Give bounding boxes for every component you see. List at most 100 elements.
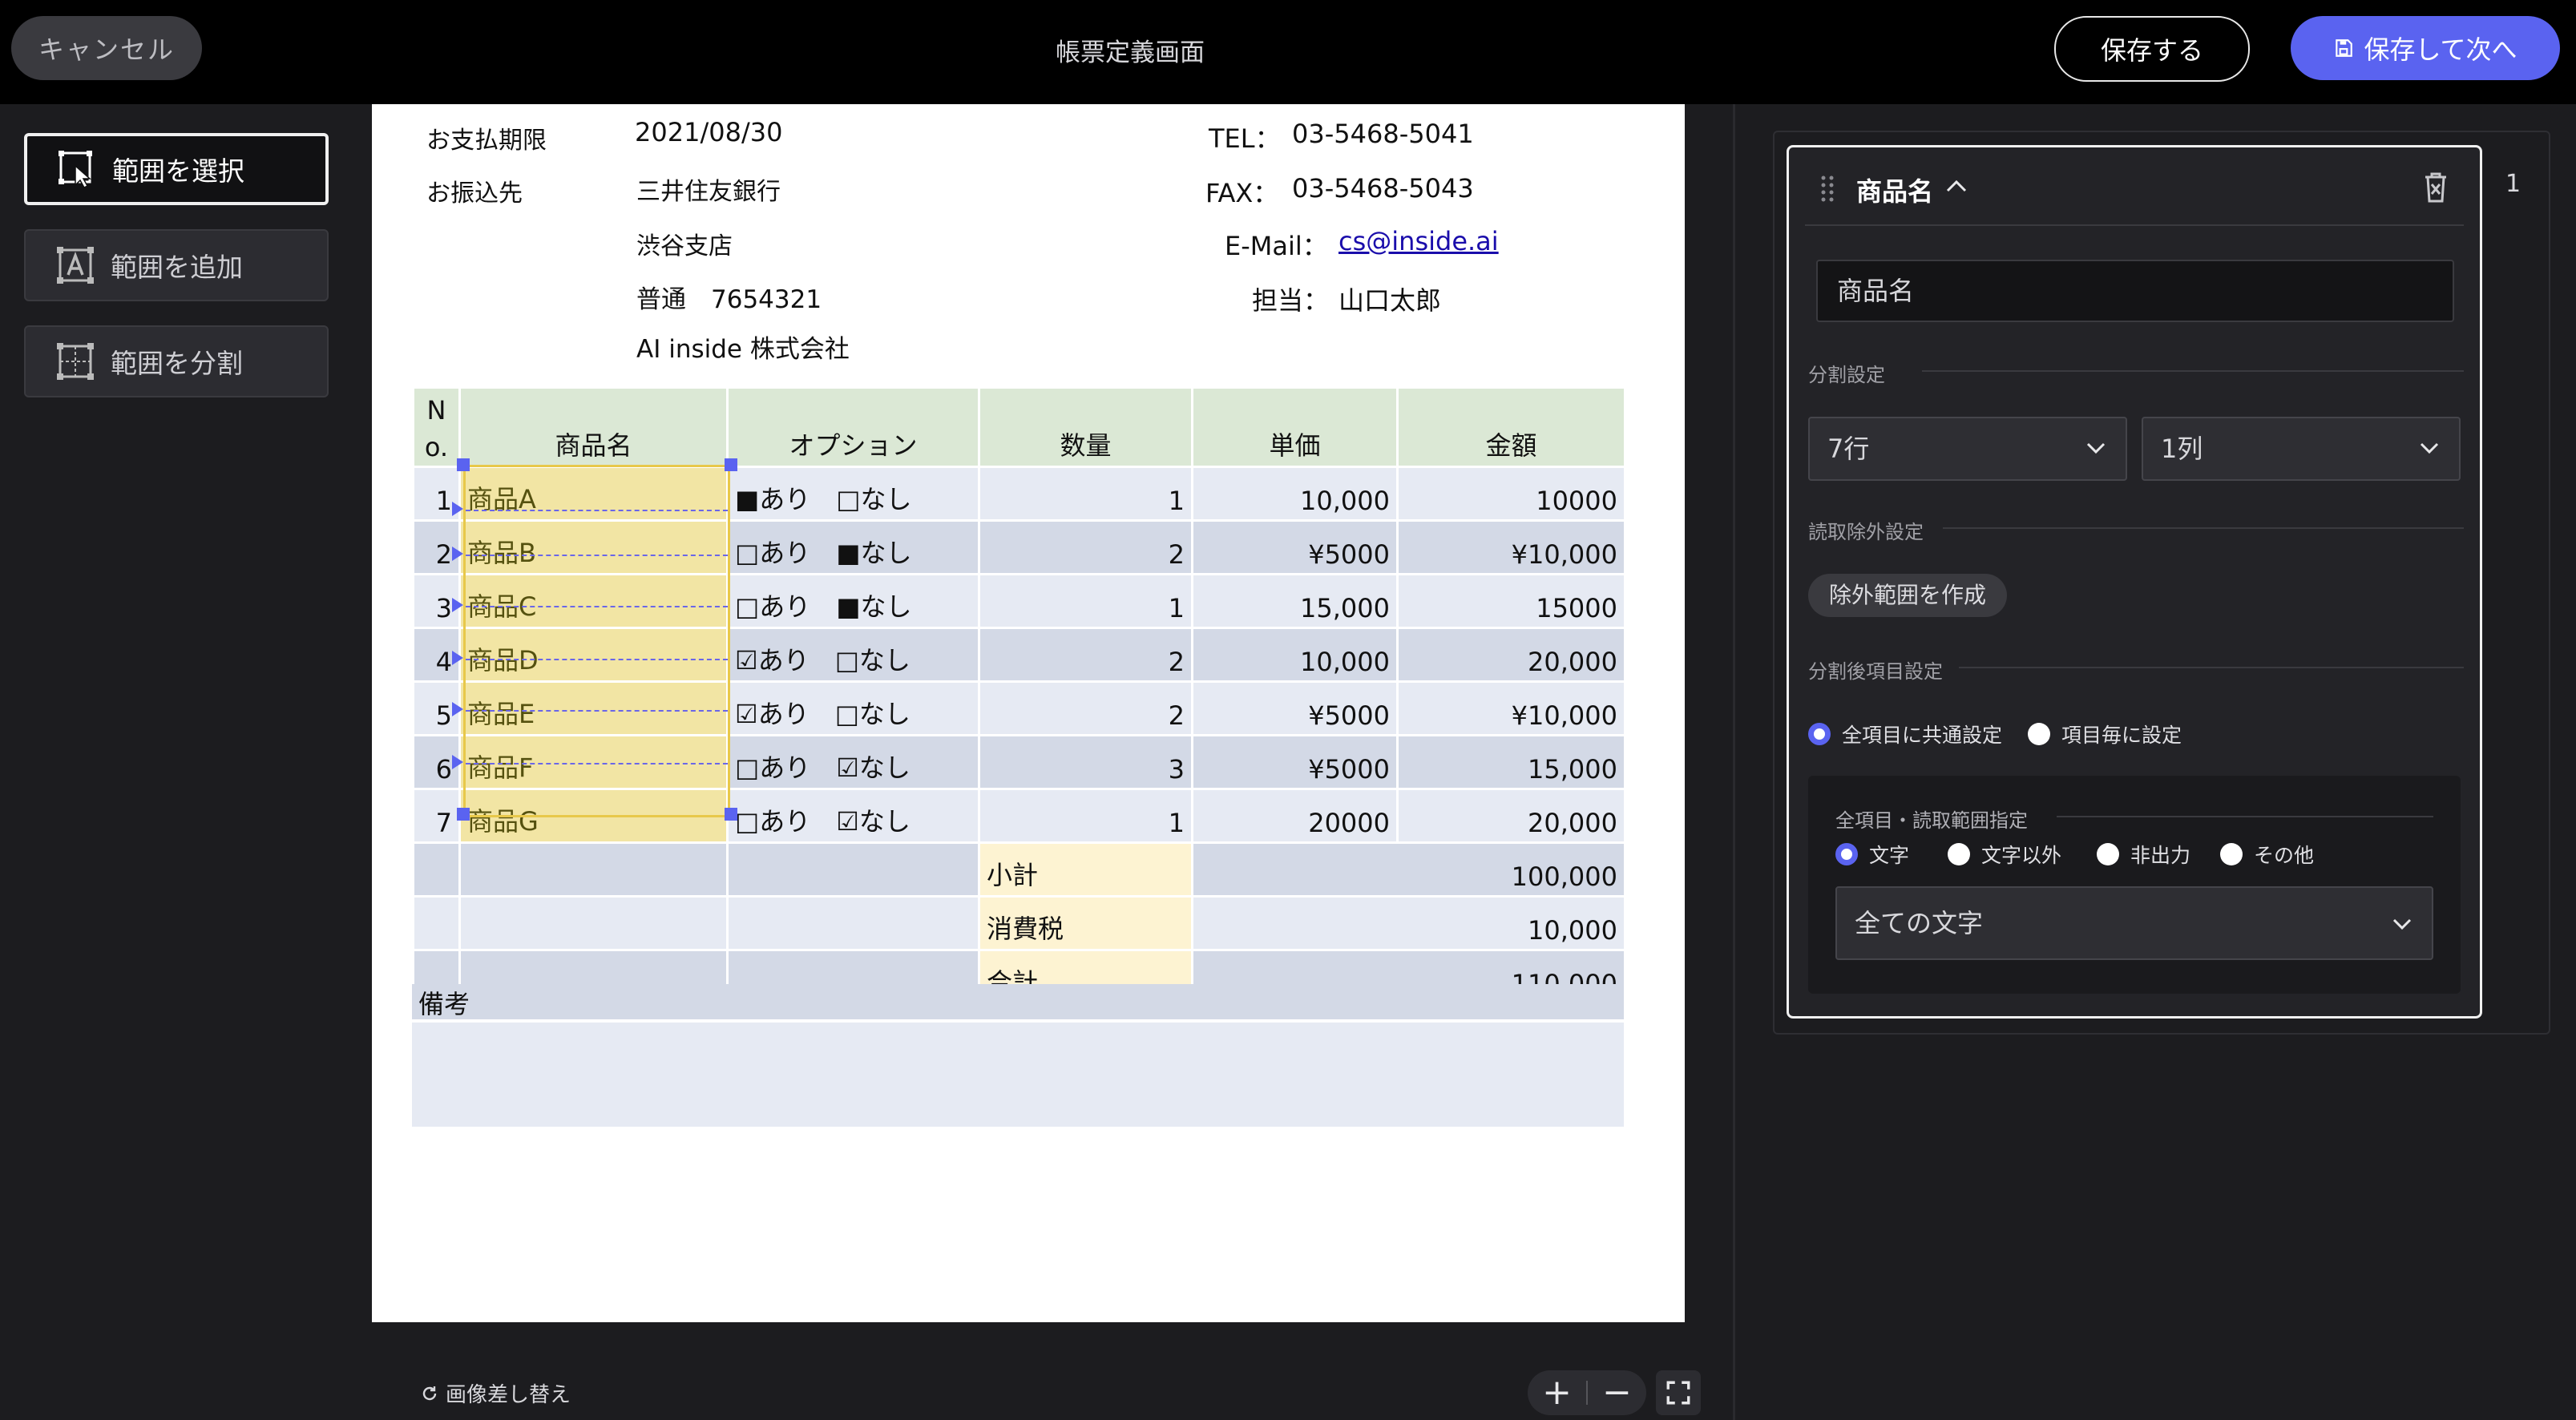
delete-icon[interactable] (2422, 171, 2449, 204)
zoom-out-button[interactable]: − (1588, 1370, 1646, 1415)
qty-cell: 2 (978, 680, 1193, 736)
refresh-icon (422, 1386, 437, 1400)
split-line[interactable] (466, 555, 728, 556)
columns-select-value: 1列 (2161, 434, 2203, 464)
table-header-row: N o. 商品名 オプション 数量 単価 金額 (412, 386, 1626, 468)
radio-common-settings[interactable]: 全項目に共通設定 (1808, 720, 2002, 748)
unit-price-cell: ¥5000 (1191, 519, 1399, 575)
subtotal-value: 100,000 (1191, 841, 1626, 898)
chevron-down-icon (2420, 442, 2439, 454)
split-marker[interactable] (452, 502, 463, 516)
radio-characters[interactable]: 文字 (1835, 840, 1909, 869)
split-line[interactable] (466, 606, 728, 607)
fullscreen-icon (1666, 1381, 1690, 1405)
resize-handle[interactable] (457, 808, 470, 821)
option-cell: □あり ■なし (726, 573, 980, 629)
split-range-tool[interactable]: 範囲を分割 (24, 325, 329, 397)
amount-cell: ¥10,000 (1396, 519, 1626, 575)
split-line[interactable] (466, 763, 728, 764)
fax-value: 03-5468-5043 (1292, 173, 1474, 204)
create-exclude-range-button[interactable]: 除外範囲を作成 (1808, 574, 2008, 617)
split-marker[interactable] (452, 598, 463, 612)
select-range-label: 範囲を選択 (112, 155, 244, 187)
read-range-settings: 全項目・読取範囲指定 文字 文字以外 非出力 その他 全ての文字 (1808, 776, 2461, 994)
chevron-down-icon (2392, 918, 2412, 930)
item-name-input[interactable]: 商品名 (1816, 260, 2454, 322)
tax-value: 10,000 (1191, 895, 1626, 951)
add-range-tool[interactable]: 範囲を追加 (24, 229, 329, 301)
branch-name: 渋谷支店 (636, 232, 733, 260)
contact-label: 担当： (1252, 285, 1330, 316)
radio-no-output-label: 非出力 (2130, 844, 2191, 867)
remarks-label: 備考 (412, 984, 1624, 1019)
table-row: 4 商品D ☑あり □なし 2 10,000 20,000 (412, 627, 1626, 683)
product-cell: 商品F (458, 734, 729, 790)
split-marker[interactable] (452, 702, 463, 716)
add-range-label: 範囲を追加 (111, 252, 243, 283)
email-link[interactable]: cs@inside.ai (1338, 226, 1499, 256)
split-settings-label: 分割設定 (1808, 364, 1885, 386)
split-line[interactable] (466, 510, 728, 511)
radio-per-item-settings[interactable]: 項目毎に設定 (2028, 720, 2182, 748)
qty-cell: 2 (978, 519, 1193, 575)
rows-select[interactable]: 7行 (1808, 417, 2127, 481)
qty-cell: 1 (978, 788, 1193, 844)
drag-handle-icon[interactable] (1819, 175, 1835, 204)
radio-non-characters-label: 文字以外 (1981, 844, 2062, 867)
table-row: 7 商品G □あり ☑なし 1 20000 20,000 (412, 788, 1626, 844)
select-range-tool[interactable]: 範囲を選択 (24, 133, 329, 205)
tax-row: 消費税 10,000 (412, 895, 1626, 951)
qty-cell: 1 (978, 573, 1193, 629)
transfer-label: お振込先 (426, 180, 523, 208)
split-marker[interactable] (452, 755, 463, 769)
item-settings-card: 商品名 商品名 分割設定 7行 1列 読取除外設定 除外範囲を作成 分割後項目設… (1787, 145, 2482, 1019)
exclude-settings-label: 読取除外設定 (1808, 521, 1924, 543)
resize-handle[interactable] (725, 458, 737, 471)
section-divider (2057, 816, 2433, 817)
amount-cell: 10000 (1396, 466, 1626, 522)
add-range-icon (57, 247, 94, 284)
subtotal-row: 小計 100,000 (412, 841, 1626, 898)
document-page[interactable]: お支払期限 2021/08/30 お振込先 三井住友銀行 渋谷支店 普通 765… (372, 104, 1685, 1322)
read-range-label: 全項目・読取範囲指定 (1835, 809, 2028, 832)
title-divider (1805, 224, 2464, 226)
character-type-select[interactable]: 全ての文字 (1835, 886, 2433, 960)
product-cell: 商品E (458, 680, 729, 736)
product-cell: 商品B (458, 519, 729, 575)
split-line[interactable] (466, 659, 728, 660)
save-and-next-button[interactable]: 保存して次へ (2291, 16, 2560, 80)
section-divider (1959, 667, 2464, 668)
email-label: E-Mail： (1225, 231, 1328, 261)
radio-indicator (2097, 843, 2119, 865)
resize-handle[interactable] (725, 808, 737, 821)
amount-cell: 15000 (1396, 573, 1626, 629)
radio-other-label: その他 (2254, 844, 2315, 867)
split-range-label: 範囲を分割 (111, 348, 243, 379)
option-cell: ☑あり □なし (726, 680, 980, 736)
radio-non-characters[interactable]: 文字以外 (1948, 840, 2061, 869)
chevron-up-icon[interactable] (1944, 178, 1968, 194)
amount-cell: 20,000 (1396, 627, 1626, 683)
fit-screen-button[interactable] (1656, 1370, 1701, 1415)
amount-cell: ¥10,000 (1396, 680, 1626, 736)
fax-label: FAX： (1205, 178, 1279, 208)
split-line[interactable] (466, 710, 728, 712)
subtotal-label: 小計 (978, 841, 1193, 898)
replace-image-button[interactable]: 画像差し替え (420, 1378, 571, 1408)
due-label: お支払期限 (426, 127, 547, 155)
save-button[interactable]: 保存する (2054, 16, 2250, 82)
unit-price-cell: ¥5000 (1191, 680, 1399, 736)
split-marker[interactable] (452, 651, 463, 665)
resize-handle[interactable] (457, 458, 470, 471)
document-canvas: お支払期限 2021/08/30 お振込先 三井住友銀行 渋谷支店 普通 765… (357, 104, 1735, 1420)
unit-price-cell: 10,000 (1191, 627, 1399, 683)
radio-no-output[interactable]: 非出力 (2097, 840, 2190, 869)
zoom-in-button[interactable]: + (1528, 1370, 1586, 1415)
radio-other[interactable]: その他 (2220, 840, 2314, 869)
table-row: 6 商品F □あり ☑なし 3 ¥5000 15,000 (412, 734, 1626, 790)
rows-select-value: 7行 (1827, 434, 1870, 464)
row-no: 7 (412, 788, 461, 844)
tax-label: 消費税 (978, 895, 1193, 951)
columns-select[interactable]: 1列 (2142, 417, 2461, 481)
split-marker[interactable] (452, 547, 463, 561)
